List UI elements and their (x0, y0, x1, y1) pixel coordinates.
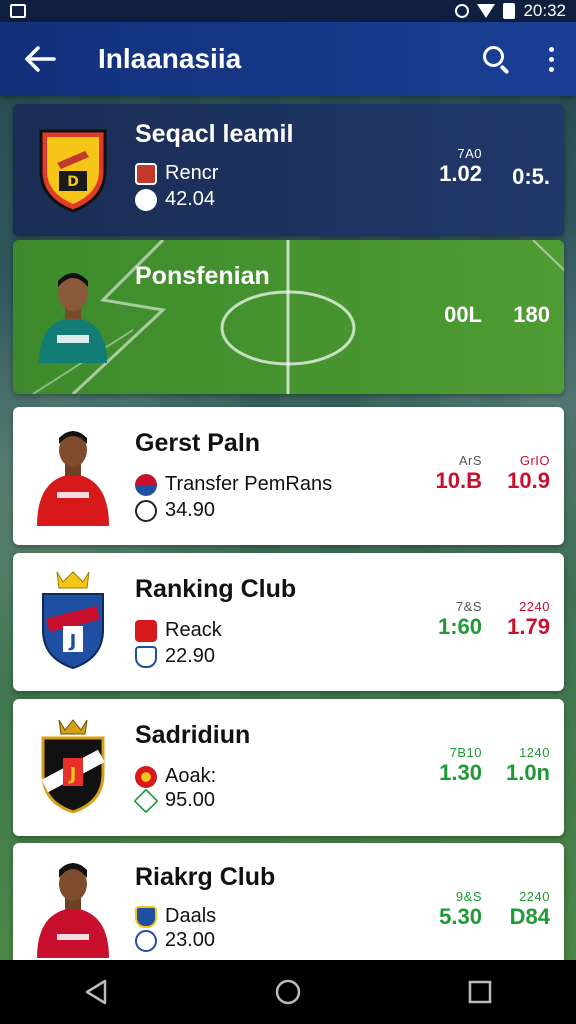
player-name: Gerst Paln (135, 429, 261, 457)
sub-label: Aoak: (165, 765, 217, 787)
club-card[interactable]: J Sadridiun Aoak: 95.00 7B10 1.30 1240 1… (13, 699, 564, 836)
search-icon (483, 46, 510, 75)
battery-icon (503, 3, 516, 19)
nav-recents-button[interactable] (450, 960, 510, 1024)
player-avatar (37, 863, 109, 958)
odds-value[interactable]: 1.79 (507, 614, 550, 640)
sub-label: Reack (165, 619, 222, 641)
shield-icon (135, 929, 157, 952)
club-card[interactable]: Riakrg Club Daals 23.00 9&S 5.30 2240 D8… (13, 843, 564, 960)
ball-icon (135, 188, 157, 211)
club-badge-icon (135, 905, 157, 928)
system-nav-bar (0, 960, 576, 1024)
player-avatar (39, 273, 107, 363)
svg-text:J: J (68, 631, 77, 652)
sub-value: 22.90 (165, 645, 216, 667)
alarm-icon (455, 4, 470, 18)
player-avatar (37, 431, 109, 526)
odds-value[interactable]: 180 (513, 302, 550, 328)
odds-value[interactable]: 10.B (436, 468, 482, 494)
odds-value[interactable]: 10.9 (507, 468, 550, 494)
app-bar: Inlaanasiia (0, 22, 576, 96)
club-badge-icon (135, 765, 157, 788)
more-options-button[interactable] (526, 22, 576, 96)
odds-label: 9&S (455, 889, 482, 904)
odds-value[interactable]: 00L (444, 302, 482, 328)
sub-label: Transfer PemRans (165, 473, 333, 495)
arrow-left-icon (25, 46, 56, 72)
club-crest-icon: J (41, 719, 105, 814)
odds-label: 7&S (455, 599, 482, 614)
club-crest-icon: J (42, 571, 104, 670)
status-time: 20:32 (523, 1, 566, 20)
sub-value: 95.00 (165, 789, 216, 811)
team-card-featured[interactable]: D Seqacl leamil Rencr 42.04 7A0 1.02 0:5… (13, 104, 564, 236)
club-name: Sadridiun (135, 721, 251, 749)
svg-text:D: D (67, 174, 79, 190)
diamond-icon (133, 788, 159, 813)
club-name: Riakrg Club (135, 863, 276, 891)
odds-label: 2240 (519, 889, 550, 904)
nav-home-button[interactable] (258, 960, 318, 1024)
odds-value[interactable]: 1.02 (439, 161, 482, 187)
odds-value[interactable]: 1:60 (438, 614, 482, 640)
page-title: Inlaanasiia (98, 43, 242, 74)
sub-value: 34.90 (165, 499, 216, 521)
sub-label: Rencr (165, 162, 219, 184)
team-name: Seqacl leamil (135, 120, 294, 148)
odds-value[interactable]: D84 (510, 904, 550, 930)
sub-label: Daals (165, 905, 217, 927)
odds-value[interactable]: 1.30 (439, 760, 482, 786)
shield-icon (135, 645, 157, 668)
club-name: Ranking Club (135, 575, 297, 603)
odds-label: GrIO (519, 453, 550, 468)
search-button[interactable] (466, 22, 526, 96)
player-name: Ponsfenian (135, 262, 270, 290)
player-card[interactable]: Gerst Paln Transfer PemRans 34.90 ArS 10… (13, 407, 564, 545)
club-crest-icon: D (39, 129, 107, 213)
odds-label: 7A0 (457, 146, 482, 161)
odds-label: 2240 (519, 599, 550, 614)
status-bar: 20:32 (0, 0, 576, 22)
club-badge-icon (135, 619, 157, 642)
club-card[interactable]: J Ranking Club Reack 22.90 7&S 1:60 2240… (13, 553, 564, 691)
nav-recents-icon (468, 980, 492, 1004)
odds-label: ArS (458, 453, 482, 468)
player-card-pitch[interactable]: Ponsfenian 00L 180 (13, 240, 564, 394)
ball-icon (135, 499, 157, 522)
odds-label: 1240 (519, 745, 550, 760)
odds-label: 7B10 (449, 745, 482, 760)
more-vert-icon (548, 46, 554, 52)
back-button[interactable] (0, 22, 80, 96)
club-badge-icon (135, 473, 157, 496)
sub-value: 42.04 (165, 188, 216, 210)
club-badge-icon (135, 162, 157, 185)
odds-value[interactable]: 5.30 (439, 904, 482, 930)
nav-home-icon (275, 979, 301, 1005)
sub-value: 23.00 (165, 929, 216, 951)
wifi-icon (477, 4, 496, 18)
notification-icon (10, 4, 26, 18)
odds-value[interactable]: 1.0n (506, 760, 550, 786)
nav-back-icon (85, 979, 107, 1005)
svg-text:J: J (68, 764, 77, 785)
odds-value[interactable]: 0:5. (512, 164, 550, 190)
nav-back-button[interactable] (66, 960, 126, 1024)
